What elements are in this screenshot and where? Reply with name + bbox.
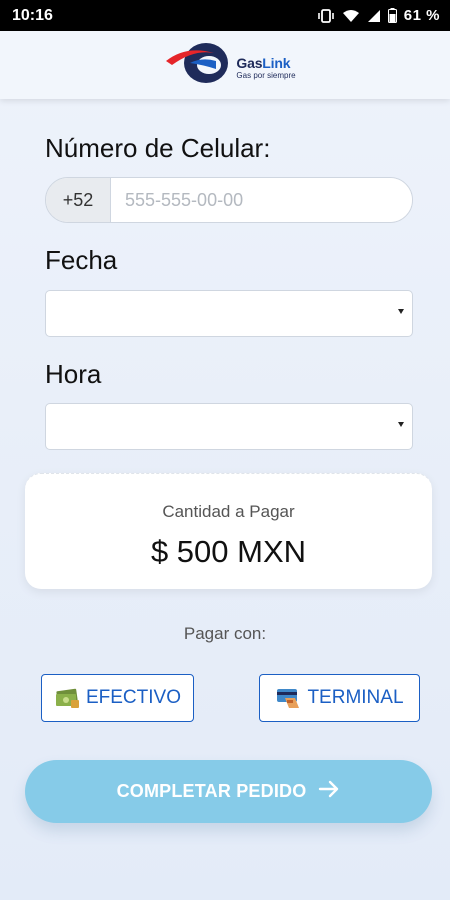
date-select[interactable] [45, 290, 413, 337]
time-label: Hora [45, 359, 102, 389]
wifi-icon [342, 9, 360, 23]
country-code-prefix: +52 [46, 178, 111, 222]
arrow-right-icon [318, 780, 340, 803]
time-select[interactable] [45, 403, 413, 450]
status-icons: 61 % [317, 7, 440, 24]
phone-input-group: +52 [45, 177, 413, 223]
date-label: Fecha [45, 245, 118, 275]
gaslink-logo-icon [164, 39, 232, 92]
phone-label: Número de Celular: [45, 133, 271, 163]
amount-value: $ 500 MXN [150, 534, 307, 569]
status-time: 10:16 [12, 6, 53, 24]
amount-card: Cantidad a Pagar $ 500 MXN [25, 473, 432, 589]
complete-order-label: COMPLETAR PEDIDO [116, 781, 307, 801]
vibrate-icon [317, 8, 335, 23]
app-header: GasLink Gas por siempre [0, 31, 450, 99]
terminal-button-label: TERMINAL [307, 687, 404, 708]
logo-tagline: Gas por siempre [236, 71, 296, 80]
dropdown-arrow-icon [398, 309, 404, 314]
logo: GasLink Gas por siempre [164, 39, 296, 92]
terminal-button[interactable]: TERMINAL [259, 674, 420, 722]
card-terminal-icon [275, 686, 301, 710]
signal-icon [367, 9, 381, 23]
pay-with-label: Pagar con: [183, 624, 267, 643]
amount-label: Cantidad a Pagar [162, 502, 295, 521]
phone-input[interactable] [111, 178, 412, 222]
logo-name: GasLink [236, 55, 291, 71]
dropdown-arrow-icon [398, 422, 404, 427]
cash-button-label: EFECTIVO [85, 687, 181, 708]
cash-button[interactable]: EFECTIVO [41, 674, 194, 722]
status-bar: 10:16 61 % [0, 0, 450, 31]
complete-order-button[interactable]: COMPLETAR PEDIDO [25, 760, 432, 823]
battery-icon [387, 8, 397, 23]
cash-icon [54, 686, 80, 710]
battery-percent: 61 % [403, 7, 440, 24]
